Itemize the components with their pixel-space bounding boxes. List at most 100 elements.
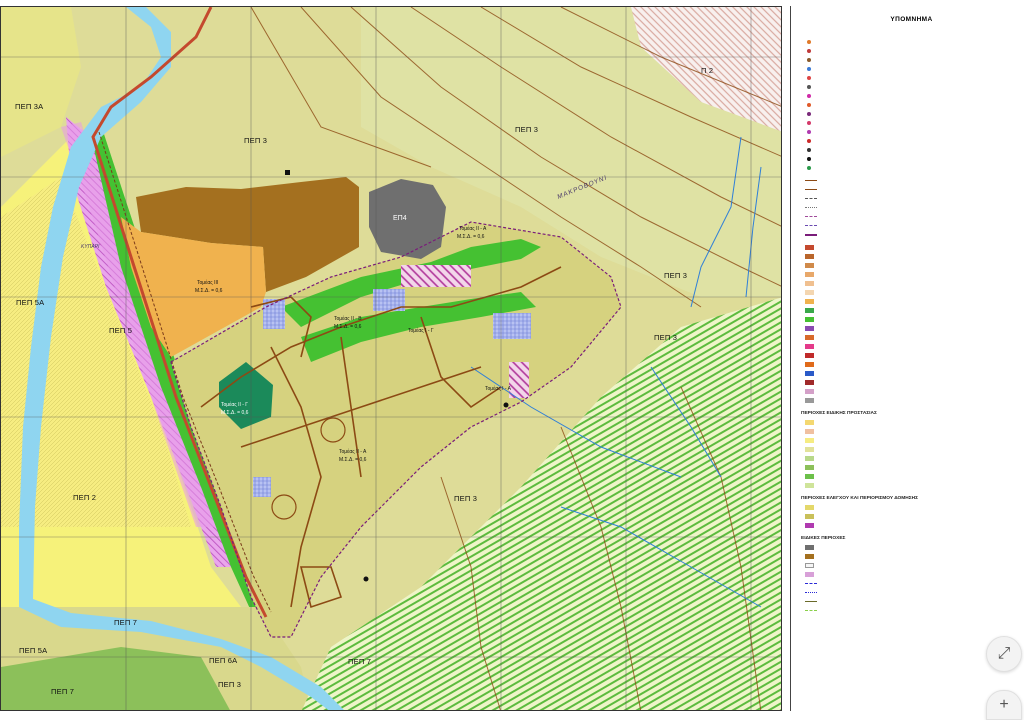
legend-swatch — [805, 523, 814, 528]
legend-row — [805, 561, 1018, 570]
zoning-map[interactable]: ΠΕΠ 3Α ΠΕΠ 5Α ΠΕΠ 5 ΠΕΠ 2 ΠΕΠ 5Α ΠΕΠ 7 Π… — [0, 6, 782, 711]
legend-row — [805, 351, 1018, 360]
legend-row — [805, 46, 1018, 55]
sector-label: Τομέας ΙΙΙ — [197, 280, 219, 286]
legend-swatch — [805, 420, 814, 425]
legend-swatch — [805, 438, 814, 443]
legend-swatch — [805, 216, 817, 217]
legend-row — [805, 55, 1018, 64]
zoom-in-button[interactable]: + — [986, 690, 1022, 720]
zone-label: ΠΕΠ 6Α — [209, 656, 238, 665]
legend-landuse — [805, 243, 1018, 405]
legend-row — [805, 369, 1018, 378]
legend-row — [805, 91, 1018, 100]
legend-swatch — [807, 39, 811, 44]
sector-ratio: Μ.Σ.Δ. = 0,6 — [221, 410, 249, 416]
sector-label: Τομέας ΙΙ - Γ — [221, 402, 249, 408]
legend-swatch — [805, 299, 814, 304]
legend-row — [805, 570, 1018, 579]
legend-row — [805, 194, 1018, 203]
legend-swatch — [805, 398, 814, 403]
legend-swatch — [807, 75, 811, 80]
legend-row — [805, 606, 1018, 615]
legend-row — [805, 333, 1018, 342]
legend-row — [805, 588, 1018, 597]
legend-swatch — [807, 129, 811, 134]
legend-row — [805, 221, 1018, 230]
legend-row — [805, 82, 1018, 91]
legend-swatch — [805, 335, 814, 340]
legend-row — [805, 297, 1018, 306]
legend-swatch — [805, 353, 814, 358]
zone-label: ΠΕΠ 2 — [73, 493, 97, 502]
legend-section-title: ΕΙΔΙΚΕΣ ΠΕΡΙΟΧΕΣ — [801, 536, 846, 541]
legend-row — [805, 512, 1018, 521]
sector-ratio: Μ.Σ.Δ. = 0,6 — [195, 288, 223, 294]
legend-swatch — [805, 514, 814, 519]
legend-swatch — [805, 225, 817, 226]
legend-title: ΥΠΟΜΝΗΜΑ — [890, 16, 933, 23]
legend-swatch — [805, 474, 814, 479]
sector-label: Τομέας Ι - Α — [485, 386, 511, 392]
fit-view-button[interactable]: ⤢ — [986, 636, 1022, 672]
legend-row — [805, 64, 1018, 73]
legend-row — [805, 396, 1018, 405]
legend-swatch — [807, 48, 811, 53]
legend-swatch — [807, 138, 811, 143]
sector-label: Τομέας ΙΙ - Α — [459, 226, 487, 232]
legend-swatch — [805, 290, 814, 295]
legend-row — [805, 118, 1018, 127]
legend-swatch — [805, 389, 814, 394]
legend-row — [805, 503, 1018, 512]
zone-label: ΠΕΠ 3 — [515, 125, 539, 134]
legend-row — [805, 37, 1018, 46]
sector-label: Τομέας Ι - Γ — [408, 328, 434, 334]
legend-row — [805, 185, 1018, 194]
place-label: ΚΥΠΑΡΙ — [81, 244, 100, 250]
legend-row — [805, 579, 1018, 588]
legend-swatch — [805, 505, 814, 510]
legend-swatch — [805, 483, 814, 488]
legend-swatch — [807, 93, 811, 98]
legend-row — [805, 436, 1018, 445]
legend-row — [805, 324, 1018, 333]
legend-swatch — [807, 66, 811, 71]
legend-swatch — [805, 245, 814, 250]
legend-swatch — [805, 592, 817, 593]
legend-swatch — [805, 254, 814, 259]
legend-row — [805, 378, 1018, 387]
legend-row — [805, 445, 1018, 454]
legend-swatch — [805, 610, 817, 611]
map-canvas — [1, 7, 781, 710]
legend-swatch — [805, 572, 814, 577]
legend-section-title: ΠΕΡΙΟΧΕΣ ΕΛΕΓΧΟΥ ΚΑΙ ΠΕΡΙΟΡΙΣΜΟΥ ΔΟΜΗΣΗΣ — [801, 496, 918, 501]
zone-label: ΠΕΠ 7 — [348, 657, 372, 666]
zone-label: ΠΕΠ 3 — [218, 680, 242, 689]
map-viewer: ΠΕΠ 3Α ΠΕΠ 5Α ΠΕΠ 5 ΠΕΠ 2 ΠΕΠ 5Α ΠΕΠ 7 Π… — [0, 0, 1024, 720]
zone-label: ΠΕΠ 5Α — [16, 298, 45, 307]
map-legend: ΥΠΟΜΝΗΜΑ ΠΕΡΙΟΧΕΣ ΕΙΔΙΚΗΣ ΠΡΟΣΤΑΣΙΑΣ ΠΕΡ… — [790, 6, 1024, 711]
legend-swatch — [807, 111, 811, 116]
zone-label: ΠΕΠ 3 — [654, 333, 678, 342]
legend-row — [805, 136, 1018, 145]
legend-row — [805, 543, 1018, 552]
legend-swatch — [805, 380, 814, 385]
legend-swatch — [805, 583, 817, 584]
zone-label: ΠΕΠ 7 — [51, 687, 75, 696]
legend-row — [805, 212, 1018, 221]
legend-swatch — [807, 120, 811, 125]
legend-swatch — [805, 272, 814, 277]
legend-swatch — [805, 465, 814, 470]
legend-swatch — [805, 601, 817, 602]
legend-swatch — [805, 207, 817, 208]
legend-row — [805, 230, 1018, 239]
legend-row — [805, 481, 1018, 490]
legend-symbols — [805, 37, 1018, 172]
sector-ratio: Μ.Σ.Δ. = 0,6 — [334, 324, 362, 330]
legend-row — [805, 288, 1018, 297]
legend-row — [805, 279, 1018, 288]
legend-row — [805, 552, 1018, 561]
legend-swatch — [807, 57, 811, 62]
legend-row — [805, 454, 1018, 463]
legend-row — [805, 463, 1018, 472]
